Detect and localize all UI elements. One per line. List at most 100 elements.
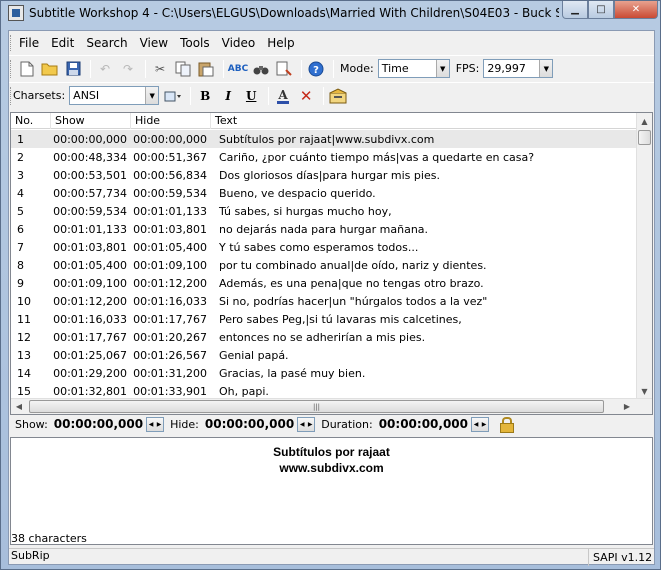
save-icon[interactable] <box>63 59 83 79</box>
fps-value: 29,997 <box>487 62 526 75</box>
status-engine: SAPI v1.12 <box>593 550 653 564</box>
chevron-down-icon[interactable]: ▼ <box>435 60 449 77</box>
remove-tags-icon[interactable]: ✕ <box>296 86 316 106</box>
table-row[interactable]: 9 00:01:09,100 00:01:12,200 Además, es una … <box>11 274 638 292</box>
mode-select[interactable]: Time ▼ <box>377 59 450 78</box>
table-row[interactable]: 1 00:00:00,000 00:00:00,000 Subtítulos por … <box>11 130 638 148</box>
row-text: Además, es una pena|que no tengas otro b… <box>219 276 484 290</box>
paste-icon[interactable] <box>196 59 216 79</box>
menu-grip[interactable] <box>10 35 13 51</box>
row-text: Subtítulos por rajaat|www.subdivx.com <box>219 132 435 146</box>
scroll-down-icon[interactable]: ▼ <box>637 383 652 399</box>
copy-icon[interactable] <box>173 59 193 79</box>
book-dropdown-icon[interactable] <box>163 86 183 106</box>
row-show-time: 00:00:53,501 <box>53 168 127 182</box>
toolbar-separator <box>301 59 302 78</box>
maximize-button[interactable]: □ <box>588 1 614 19</box>
menu-edit[interactable]: Edit <box>45 33 80 53</box>
table-row[interactable]: 2 00:00:48,334 00:00:51,367 Cariño, ¿por cu… <box>11 148 638 166</box>
menu-tools[interactable]: Tools <box>174 33 216 53</box>
table-row[interactable]: 7 00:01:03,801 00:01:05,400 Y tú sabes como… <box>11 238 638 256</box>
replace-icon[interactable] <box>274 59 294 79</box>
menu-search[interactable]: Search <box>80 33 133 53</box>
toolbar-separator <box>333 59 334 78</box>
font-color-icon[interactable]: A <box>273 86 293 106</box>
spell-check-icon[interactable]: ABC <box>228 59 248 79</box>
help-icon[interactable]: ? <box>306 59 326 79</box>
hide-time-field[interactable]: 00:00:00,000 <box>205 417 294 431</box>
hide-time-stepper[interactable]: ◀ ▶ <box>297 416 316 432</box>
vertical-scrollbar[interactable]: ▲ ▼ <box>636 113 652 399</box>
row-show-time: 00:01:01,133 <box>53 222 127 236</box>
row-number: 15 <box>17 384 31 398</box>
column-header-show[interactable]: Show <box>51 113 131 129</box>
table-row[interactable]: 11 00:01:16,033 00:01:17,767 Pero sabes Peg… <box>11 310 638 328</box>
chevron-down-icon[interactable]: ▼ <box>539 60 553 77</box>
menu-view[interactable]: View <box>134 33 174 53</box>
row-number: 9 <box>17 276 24 290</box>
chevron-down-icon[interactable]: ▼ <box>145 87 159 104</box>
grid-header: No. Show Hide Text <box>11 113 652 129</box>
toolbar-separator <box>323 86 325 105</box>
find-binoculars-icon[interactable] <box>251 59 271 79</box>
row-hide-time: 00:00:59,534 <box>133 186 207 200</box>
close-button[interactable]: ✕ <box>614 1 658 19</box>
toolbar-separator <box>223 59 224 78</box>
subtitle-grid[interactable]: No. Show Hide Text 1 00:00:00,000 00:00:00… <box>10 112 653 415</box>
cut-icon[interactable]: ✂ <box>150 59 170 79</box>
show-time-stepper[interactable]: ◀ ▶ <box>146 416 165 432</box>
row-show-time: 00:01:17,767 <box>53 330 127 344</box>
menu-video[interactable]: Video <box>216 33 262 53</box>
column-header-hide[interactable]: Hide <box>131 113 211 129</box>
fps-label: FPS: <box>455 62 480 75</box>
bold-button[interactable]: B <box>195 86 215 106</box>
row-number: 1 <box>17 132 24 146</box>
client-area: File Edit Search View Tools Video Help ↶… <box>8 30 655 566</box>
hide-label: Hide: <box>170 417 199 431</box>
subtitle-text-editor[interactable]: Subtítulos por rajaat www.subdivx.com <box>10 437 653 545</box>
minimize-button[interactable]: ▁ <box>562 1 588 19</box>
menu-help[interactable]: Help <box>261 33 300 53</box>
row-number: 4 <box>17 186 24 200</box>
redo-icon[interactable]: ↷ <box>118 59 138 79</box>
table-row[interactable]: 3 00:00:53,501 00:00:56,834 Dos gloriosos d… <box>11 166 638 184</box>
charsets-select[interactable]: ANSI ▼ <box>69 86 160 105</box>
scroll-up-icon[interactable]: ▲ <box>637 113 652 129</box>
table-row[interactable]: 12 00:01:17,767 00:01:20,267 entonces no se… <box>11 328 638 346</box>
toolbar-grip[interactable] <box>10 60 13 78</box>
underline-button[interactable]: U <box>241 86 261 106</box>
menu-file[interactable]: File <box>13 33 45 53</box>
title-bar[interactable]: Subtitle Workshop 4 - C:\Users\ELGUS\Dow… <box>1 1 660 27</box>
lock-icon[interactable] <box>499 417 515 433</box>
table-row[interactable]: 10 00:01:12,200 00:01:16,033 Si no, podrías… <box>11 292 638 310</box>
table-row[interactable]: 8 00:01:05,400 00:01:09,100 por tu combinad… <box>11 256 638 274</box>
italic-button[interactable]: I <box>218 86 238 106</box>
time-bar: Show: 00:00:00,000 ◀ ▶ Hide: 00:00:00,000… <box>9 412 654 436</box>
show-time-field[interactable]: 00:00:00,000 <box>54 417 143 431</box>
table-row[interactable]: 5 00:00:59,534 00:01:01,133 Tú sabes, si hu… <box>11 202 638 220</box>
open-folder-icon[interactable] <box>40 59 60 79</box>
app-window: Subtitle Workshop 4 - C:\Users\ELGUS\Dow… <box>0 0 661 570</box>
column-header-text[interactable]: Text <box>211 113 652 129</box>
row-text: Cariño, ¿por cuánto tiempo más|vas a que… <box>219 150 535 164</box>
table-row[interactable]: 4 00:00:57,734 00:00:59,534 Bueno, ve despa… <box>11 184 638 202</box>
fps-select[interactable]: 29,997 ▼ <box>483 59 554 78</box>
table-row[interactable]: 13 00:01:25,067 00:01:26,567 Genial papá. <box>11 346 638 364</box>
column-header-no[interactable]: No. <box>11 113 51 129</box>
new-file-icon[interactable] <box>17 59 37 79</box>
undo-icon[interactable]: ↶ <box>95 59 115 79</box>
row-show-time: 00:01:03,801 <box>53 240 127 254</box>
row-text: Genial papá. <box>219 348 289 362</box>
duration-stepper[interactable]: ◀ ▶ <box>471 416 490 432</box>
row-hide-time: 00:01:09,100 <box>133 258 207 272</box>
translator-icon[interactable] <box>328 86 348 106</box>
duration-time-field[interactable]: 00:00:00,000 <box>379 417 468 431</box>
row-hide-time: 00:00:00,000 <box>133 132 207 146</box>
toolbar-grip[interactable] <box>10 87 13 105</box>
app-icon[interactable] <box>8 5 24 21</box>
status-bar: SubRip SAPI v1.12 <box>9 548 654 566</box>
table-row[interactable]: 6 00:01:01,133 00:01:03,801 no dejarás nada… <box>11 220 638 238</box>
row-show-time: 00:01:12,200 <box>53 294 127 308</box>
table-row[interactable]: 14 00:01:29,200 00:01:31,200 Gracias, la pa… <box>11 364 638 382</box>
vertical-scroll-thumb[interactable] <box>638 130 651 145</box>
